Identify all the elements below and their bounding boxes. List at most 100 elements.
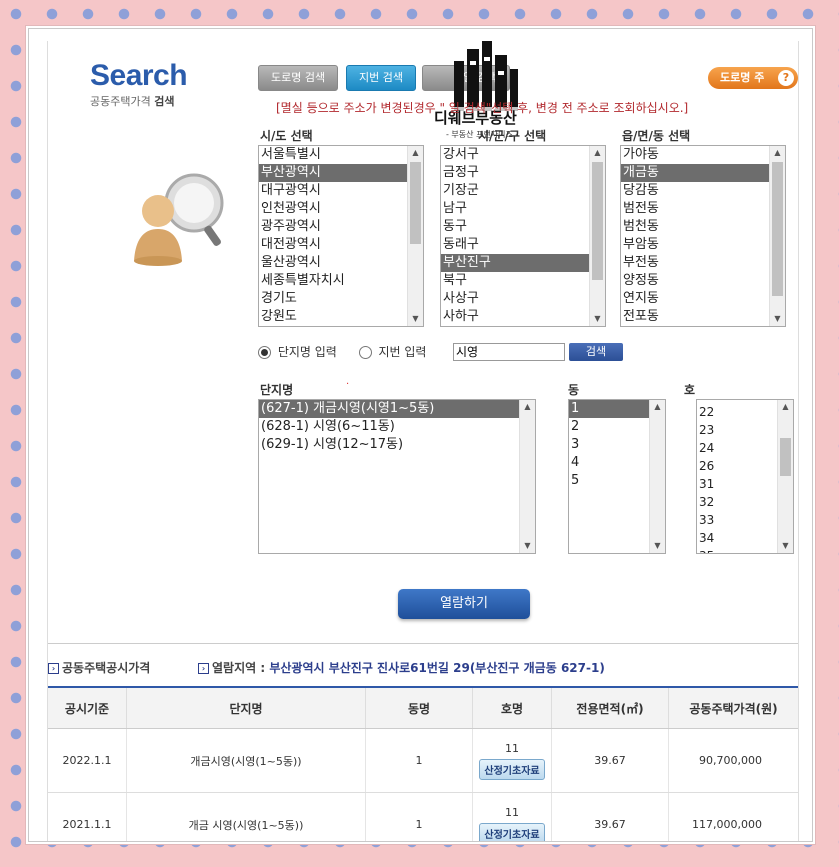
road-name-address-button[interactable]: 도로명 주소란 ? xyxy=(708,67,798,106)
list-item[interactable]: 인천광역시 xyxy=(259,200,423,218)
list-item[interactable]: 가야동 xyxy=(621,146,785,164)
list-item[interactable]: 연지동 xyxy=(621,290,785,308)
lot-number-radio[interactable] xyxy=(358,346,372,359)
header-ho: 호명 xyxy=(472,686,552,729)
list-item[interactable]: 광주광역시 xyxy=(259,218,423,236)
person-search-illustration xyxy=(130,169,230,272)
cell-area: 39.67 xyxy=(551,792,669,841)
page-frame: Search 공동주택가격 검색 도로명 검색 지번 검색 일 검색 디웨브부동… xyxy=(28,28,813,842)
lot-number-radio-label: 지번 입력 xyxy=(378,345,427,359)
notice-text: [멸실 등으로 주소가 변경된경우 " 일 검색"선택 후, 변경 전 주소로 … xyxy=(276,101,689,115)
ho-listbox[interactable]: 222324263132333435 ▲ ▼ xyxy=(696,399,794,554)
chevron-right-icon: › xyxy=(48,663,59,674)
chevron-right-icon: › xyxy=(198,663,209,674)
complex-label: 단지명 xyxy=(260,383,294,397)
list-item[interactable]: 부암동 xyxy=(621,236,785,254)
complex-search-input[interactable] xyxy=(453,343,565,361)
eupmyeondong-listbox[interactable]: 가야동 개금동 당감동 범전동 범천동 부암동 부전동 양정동 연지동 전포동 ▲ ▼ xyxy=(620,145,786,327)
list-item[interactable]: 사하구 xyxy=(441,308,605,326)
sido-listbox[interactable]: 서울특별시 부산광역시 대구광역시 인천광역시 광주광역시 대전광역시 울산광역시 세종특별자… xyxy=(258,145,424,327)
cell-ho: 11 산정기초자료 xyxy=(472,792,552,841)
list-item[interactable]: 울산광역시 xyxy=(259,254,423,272)
list-item[interactable]: 금정구 xyxy=(441,164,605,182)
search-mode-row: 단지명 입력 지번 입력 xyxy=(258,343,426,360)
header-date: 공시기준 xyxy=(48,686,127,729)
cell-price: 90,700,000 xyxy=(668,728,798,793)
scroll-up-icon[interactable]: ▲ xyxy=(770,146,785,160)
list-item[interactable]: 강원도 xyxy=(259,308,423,326)
basis-data-button[interactable]: 산정기초자료 xyxy=(479,822,545,841)
cell-area: 39.67 xyxy=(551,728,669,793)
scroll-down-icon[interactable]: ▼ xyxy=(778,539,793,553)
list-item[interactable]: 대전광역시 xyxy=(259,236,423,254)
list-item[interactable]: 세종특별자치시 xyxy=(259,272,423,290)
dong-scrollbar[interactable]: ▲ ▼ xyxy=(649,400,665,553)
list-item[interactable]: 범전동 xyxy=(621,200,785,218)
header-dong: 동명 xyxy=(365,686,473,729)
sido-label: 시/도 선택 xyxy=(260,129,313,143)
complex-name-radio-label: 단지명 입력 xyxy=(277,345,337,359)
sigungu-listbox[interactable]: 강서구 금정구 기장군 남구 동구 동래구 부산진구 북구 사상구 사하구 ▲ ▼ xyxy=(440,145,606,327)
divider xyxy=(48,643,798,644)
dong-listbox[interactable]: 12345 ▲ ▼ xyxy=(568,399,666,554)
complex-listbox[interactable]: (627-1) 개금시영(시영1~5동) (628-1) 시영(6~11동) (62… xyxy=(258,399,536,554)
scroll-down-icon[interactable]: ▼ xyxy=(520,539,535,553)
ho-scrollbar[interactable]: ▲ ▼ xyxy=(777,400,793,553)
basis-data-button[interactable]: 산정기초자료 xyxy=(479,758,545,780)
sigungu-scrollbar[interactable]: ▲ ▼ xyxy=(589,146,605,326)
scroll-up-icon[interactable]: ▲ xyxy=(778,400,793,414)
scroll-up-icon[interactable]: ▲ xyxy=(650,400,665,414)
list-item[interactable]: 동래구 xyxy=(441,236,605,254)
required-mark: · xyxy=(346,379,350,390)
view-button[interactable]: 열람하기 xyxy=(398,589,530,619)
list-item[interactable]: (627-1) 개금시영(시영1~5동) xyxy=(259,400,535,418)
list-item[interactable]: (629-1) 시영(12~17동) xyxy=(259,436,535,454)
scroll-down-icon[interactable]: ▼ xyxy=(590,312,605,326)
cell-dong: 1 xyxy=(365,728,473,793)
tab-road-name-search[interactable]: 도로명 검색 xyxy=(258,65,339,91)
list-item[interactable]: 북구 xyxy=(441,272,605,290)
list-item[interactable]: 양정동 xyxy=(621,272,785,290)
list-item[interactable]: 사상구 xyxy=(441,290,605,308)
list-item[interactable]: 전포동 xyxy=(621,308,785,326)
list-item[interactable]: 대구광역시 xyxy=(259,182,423,200)
cell-ho: 11 산정기초자료 xyxy=(472,728,552,793)
list-item[interactable]: 강서구 xyxy=(441,146,605,164)
cell-complex: 개금 시영(시영(1~5동)) xyxy=(126,792,366,841)
list-item[interactable]: 부전동 xyxy=(621,254,785,272)
dong-label: 동 xyxy=(568,383,580,397)
scroll-down-icon[interactable]: ▼ xyxy=(770,312,785,326)
cell-date: 2021.1.1 xyxy=(48,792,127,841)
scroll-up-icon[interactable]: ▲ xyxy=(590,146,605,160)
list-item[interactable]: (628-1) 시영(6~11동) xyxy=(259,418,535,436)
list-item[interactable]: 개금동 xyxy=(621,164,785,182)
table-row: 2021.1.1 개금 시영(시영(1~5동)) 1 11 산정기초자료 39.… xyxy=(48,792,798,841)
search-logo: Search xyxy=(90,59,188,92)
complex-scrollbar[interactable]: ▲ ▼ xyxy=(519,400,535,553)
scroll-up-icon[interactable]: ▲ xyxy=(520,400,535,414)
list-item[interactable]: 기장군 xyxy=(441,182,605,200)
scroll-down-icon[interactable]: ▼ xyxy=(650,539,665,553)
list-item[interactable]: 서울특별시 xyxy=(259,146,423,164)
eupmyeondong-scrollbar[interactable]: ▲ ▼ xyxy=(769,146,785,326)
list-item[interactable]: 부산광역시 xyxy=(259,164,423,182)
list-item[interactable]: 남구 xyxy=(441,200,605,218)
sido-scrollbar[interactable]: ▲ ▼ xyxy=(407,146,423,326)
complex-name-radio[interactable] xyxy=(258,346,271,359)
complex-search-button[interactable]: 검색 xyxy=(569,343,623,361)
list-item[interactable]: 범천동 xyxy=(621,218,785,236)
scroll-down-icon[interactable]: ▼ xyxy=(408,312,423,326)
cell-price: 117,000,000 xyxy=(668,792,798,841)
scroll-up-icon[interactable]: ▲ xyxy=(408,146,423,160)
list-item[interactable]: 경기도 xyxy=(259,290,423,308)
header-price: 공동주택가격(원) xyxy=(668,686,798,729)
table-header-row: 공시기준 단지명 동명 호명 전용면적(㎡) 공동주택가격(원) xyxy=(48,686,798,729)
ho-label: 호 xyxy=(684,383,696,397)
list-item[interactable]: 부산진구 xyxy=(441,254,605,272)
header-complex: 단지명 xyxy=(126,686,366,729)
tab-lot-number-search[interactable]: 지번 검색 xyxy=(346,65,416,91)
list-item[interactable]: 당감동 xyxy=(621,182,785,200)
price-section-label: › 공동주택공시가격 xyxy=(48,659,150,676)
list-item[interactable]: 동구 xyxy=(441,218,605,236)
region-info: › 열람지역 : 부산광역시 부산진구 진사로61번길 29(부산진구 개금동 6… xyxy=(198,659,605,676)
